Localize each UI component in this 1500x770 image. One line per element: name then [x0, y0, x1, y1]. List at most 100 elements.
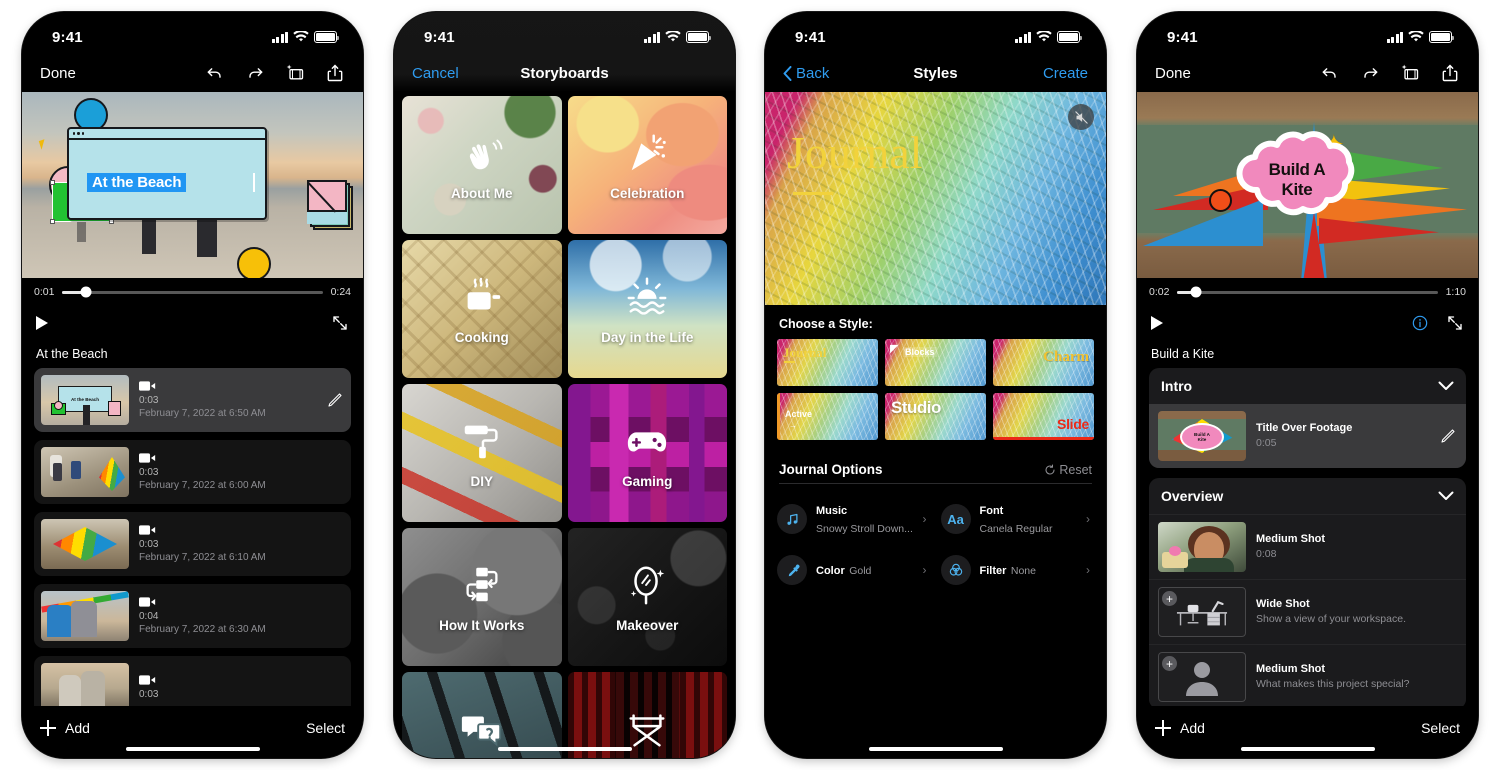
undo-icon[interactable] — [1320, 63, 1340, 83]
list-item[interactable]: Medium Shot 0:08 — [1149, 514, 1466, 579]
chevron-down-icon[interactable] — [1438, 381, 1454, 391]
style-option-studio[interactable]: Studio — [885, 393, 986, 440]
share-icon[interactable] — [325, 63, 345, 83]
title-sticker-cloud[interactable]: Build A Kite — [1227, 127, 1367, 232]
status-indicators — [1014, 31, 1083, 43]
back-button[interactable]: Back — [783, 65, 829, 82]
option-music[interactable]: Music Snowy Stroll Down... › — [777, 492, 931, 546]
select-button[interactable]: Select — [1421, 720, 1460, 736]
shot-placeholder-thumbnail[interactable]: + — [1158, 587, 1246, 637]
card-label: Makeover — [616, 617, 679, 633]
option-color[interactable]: Color Gold › — [777, 546, 931, 594]
chevron-left-icon — [783, 65, 792, 81]
reset-circular-arrow-icon — [1045, 464, 1055, 475]
info-circle-icon[interactable] — [1412, 315, 1428, 331]
style-option-active[interactable]: Active → — [777, 393, 878, 440]
magic-movie-icon[interactable] — [285, 63, 305, 83]
scrubber-bar[interactable]: 0:01 0:24 — [22, 278, 363, 306]
undo-icon[interactable] — [205, 63, 225, 83]
section-header[interactable]: Intro — [1149, 368, 1466, 404]
play-icon[interactable] — [1151, 316, 1163, 330]
sticker-window-bar — [69, 129, 265, 140]
list-item[interactable]: 0:03 — [34, 656, 351, 706]
cellular-signal-icon — [1014, 31, 1031, 43]
list-item[interactable]: + Medium Shot What makes this project sp… — [1149, 644, 1466, 706]
storyboard-card-gaming[interactable]: Gaming — [567, 384, 727, 522]
list-item[interactable]: Build A Kite Title Over Footage 0:05 — [1149, 404, 1466, 468]
clip-meta: 0:03 February 7, 2022 at 6:10 AM — [139, 524, 344, 564]
video-preview-canvas[interactable]: At the Beach — [22, 92, 363, 278]
option-font[interactable]: Aa Font Canela Regular › — [940, 492, 1095, 546]
style-option-journal[interactable]: Journal — [777, 339, 878, 386]
storyboard-card-diy[interactable]: DIY — [402, 384, 562, 522]
storyboard-card-cooking[interactable]: Cooking — [402, 240, 562, 378]
section-header[interactable]: Overview — [1149, 478, 1466, 514]
scrub-track[interactable] — [1177, 286, 1438, 298]
storyboard-card-day-in-the-life[interactable]: Day in the Life — [567, 240, 727, 378]
phone-4-screen: 9:41 Done Build A Kite 0:02 1:10 Build a… — [1137, 12, 1478, 758]
storyboard-card-celebration[interactable]: Celebration — [567, 96, 727, 234]
magic-movie-icon[interactable] — [1400, 63, 1420, 83]
expand-icon[interactable] — [1446, 314, 1464, 332]
share-icon[interactable] — [1440, 63, 1460, 83]
title-sticker-window[interactable]: At the Beach — [67, 127, 267, 220]
wifi-icon — [1036, 31, 1052, 42]
party-popper-icon — [631, 134, 667, 170]
title-text[interactable]: At the Beach — [87, 173, 187, 192]
scrubber-bar[interactable]: 0:02 1:10 — [1137, 278, 1478, 306]
current-time: 0:01 — [34, 286, 55, 298]
style-option-blocks[interactable]: ◤ Blocks — [885, 339, 986, 386]
style-option-slide[interactable]: Slide — [993, 393, 1094, 440]
storyboard-shot-list[interactable]: Intro Build A Kite Title Over Footage 0:0… — [1137, 368, 1478, 706]
reset-button[interactable]: Reset — [1044, 463, 1092, 477]
choose-style-label: Choose a Style: — [779, 317, 873, 331]
add-button[interactable]: Add — [1155, 720, 1205, 736]
cancel-button[interactable]: Cancel — [412, 65, 459, 82]
video-camera-icon — [139, 525, 156, 535]
chevron-down-icon[interactable] — [1438, 491, 1454, 501]
page-title: Build a Kite — [1151, 347, 1215, 361]
shot-placeholder-thumbnail[interactable]: + — [1158, 652, 1246, 702]
play-icon[interactable] — [36, 316, 48, 330]
redo-icon[interactable] — [1360, 63, 1380, 83]
redo-icon[interactable] — [245, 63, 265, 83]
shot-thumbnail: Build A Kite — [1158, 411, 1246, 461]
style-preview[interactable]: Journal — [765, 92, 1106, 305]
storyboard-card-makeover[interactable]: Makeover — [567, 528, 727, 666]
select-button[interactable]: Select — [306, 720, 345, 736]
clip-thumbnail — [41, 447, 129, 497]
mute-speaker-icon[interactable] — [1068, 104, 1094, 130]
list-item[interactable]: At the Beach 0:03 February 7, 2022 at 6:… — [34, 368, 351, 432]
style-options-grid[interactable]: Music Snowy Stroll Down... › Aa Font Can… — [765, 484, 1106, 594]
video-preview-canvas[interactable]: ✦ Build A Kite — [1137, 92, 1478, 278]
pencil-icon[interactable] — [1439, 427, 1457, 445]
plus-badge-icon[interactable]: + — [1162, 591, 1177, 606]
style-thumbnail-grid[interactable]: Journal ◤ Blocks Charm Active → Studio S… — [765, 339, 1106, 440]
style-label: Studio — [891, 398, 941, 417]
option-filter[interactable]: Filter None › — [940, 546, 1095, 594]
style-preview-title: Journal — [787, 127, 923, 178]
playback-controls — [22, 306, 363, 340]
create-button[interactable]: Create — [1043, 65, 1088, 82]
style-option-charm[interactable]: Charm — [993, 339, 1094, 386]
storyboard-card-qa[interactable]: Q&A — [402, 672, 562, 758]
storyboard-card-film[interactable]: Film — [567, 672, 727, 758]
done-button[interactable]: Done — [1155, 65, 1191, 82]
storyboard-card-how-it-works[interactable]: How It Works — [402, 528, 562, 666]
plus-badge-icon[interactable]: + — [1162, 656, 1177, 671]
list-item[interactable]: 0:03 February 7, 2022 at 6:00 AM — [34, 440, 351, 504]
clip-list[interactable]: At the Beach 0:03 February 7, 2022 at 6:… — [22, 368, 363, 706]
playback-right-group — [331, 314, 349, 332]
arrow-right-icon: → — [789, 421, 797, 430]
scrub-track[interactable] — [62, 286, 323, 298]
storyboard-card-about-me[interactable]: About Me — [402, 96, 562, 234]
list-item[interactable]: 0:04 February 7, 2022 at 6:30 AM — [34, 584, 351, 648]
pencil-icon[interactable] — [326, 391, 344, 409]
done-button[interactable]: Done — [40, 65, 76, 82]
video-camera-icon — [139, 675, 156, 685]
list-item[interactable]: 0:03 February 7, 2022 at 6:10 AM — [34, 512, 351, 576]
add-button[interactable]: Add — [40, 720, 90, 736]
list-item[interactable]: + Wide Shot Show a view of your workspac… — [1149, 579, 1466, 644]
storyboard-grid[interactable]: About Me Celebration Cooking Day in the … — [394, 12, 735, 758]
expand-icon[interactable] — [331, 314, 349, 332]
